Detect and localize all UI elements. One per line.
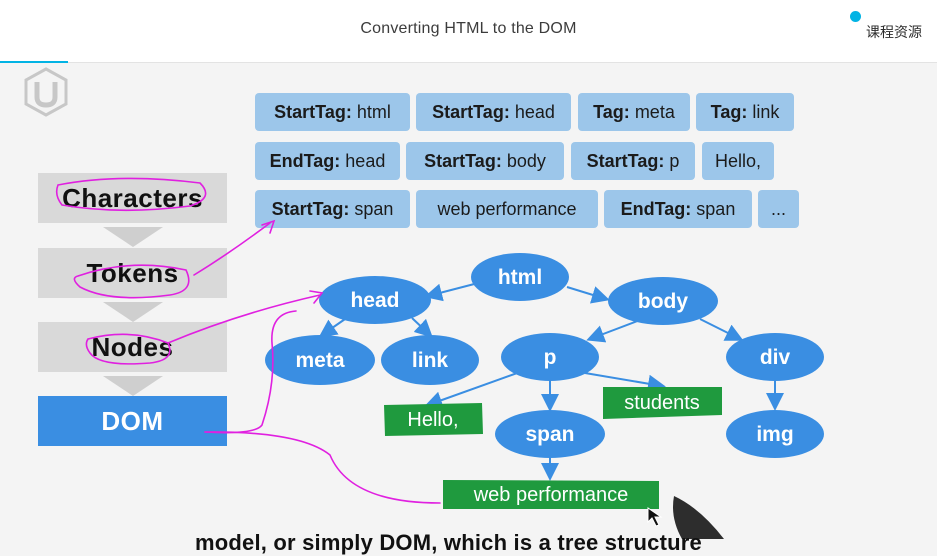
text-node-web-performance: web performance bbox=[443, 480, 659, 509]
caption-subtitle: model, or simply DOM, which is a tree st… bbox=[195, 530, 702, 555]
text-node-students: students bbox=[603, 387, 722, 419]
svg-text:html: html bbox=[498, 266, 542, 289]
resources-dot-icon bbox=[850, 11, 861, 22]
svg-text:Hello,: Hello, bbox=[407, 409, 458, 431]
tree-node-body: body bbox=[608, 277, 718, 325]
text-node-hello: Hello, bbox=[384, 403, 483, 436]
svg-text:body: body bbox=[638, 290, 688, 313]
tree-node-head: head bbox=[319, 276, 431, 324]
svg-text:web performance: web performance bbox=[473, 484, 629, 506]
tree-node-meta: meta bbox=[265, 335, 375, 385]
svg-text:img: img bbox=[756, 423, 793, 446]
tree-node-html: html bbox=[471, 253, 569, 301]
dom-tree-diagram: html head body meta link p div span img … bbox=[55, 177, 824, 509]
tree-node-img: img bbox=[726, 410, 824, 458]
svg-text:head: head bbox=[350, 289, 399, 312]
svg-text:link: link bbox=[412, 349, 448, 372]
tree-node-link: link bbox=[381, 335, 479, 385]
tree-node-div: div bbox=[726, 333, 824, 381]
lesson-title: Converting HTML to the DOM bbox=[360, 20, 577, 37]
svg-text:p: p bbox=[544, 346, 557, 369]
tree-node-span: span bbox=[495, 410, 605, 458]
svg-text:div: div bbox=[760, 346, 791, 369]
slide-content: StartTag: html StartTag: head Tag: meta … bbox=[0, 63, 937, 555]
course-resources-label: 课程资源 bbox=[866, 24, 922, 40]
handwritten-annotations bbox=[55, 177, 441, 504]
top-bar: Converting HTML to the DOM 课程资源 bbox=[0, 0, 937, 63]
svg-text:students: students bbox=[624, 392, 700, 414]
tree-node-p: p bbox=[501, 333, 599, 381]
course-resources-button[interactable]: 课程资源 bbox=[850, 10, 930, 40]
svg-text:span: span bbox=[525, 423, 574, 446]
svg-text:meta: meta bbox=[295, 349, 344, 372]
